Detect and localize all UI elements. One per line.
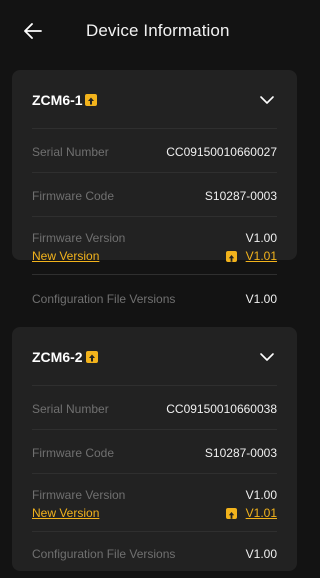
upgrade-icon [226, 508, 237, 519]
back-button[interactable] [22, 20, 44, 42]
config-label: Configuration File Versions [32, 547, 176, 561]
header: Device Information [0, 0, 308, 64]
new-version-value[interactable]: V1.01 [246, 249, 277, 263]
chevron-down-icon[interactable] [259, 92, 275, 108]
serial-label: Serial Number [32, 402, 109, 416]
device-card: ZCM6-2 Serial Number CC09150010660038 Fi… [12, 327, 297, 571]
serial-label: Serial Number [32, 145, 109, 159]
firmware-code-label: Firmware Code [32, 446, 115, 460]
config-label: Configuration File Versions [32, 292, 176, 306]
firmware-code-row: Firmware Code S10287-0003 [32, 172, 277, 216]
chevron-down-icon[interactable] [259, 349, 275, 365]
new-version-link[interactable]: New Version [32, 506, 99, 520]
firmware-version-label: Firmware Version [32, 231, 126, 245]
serial-row: Serial Number CC09150010660027 [32, 128, 277, 172]
new-version-link[interactable]: New Version [32, 249, 99, 263]
firmware-version-value: V1.00 [245, 231, 277, 245]
device-card-header[interactable]: ZCM6-2 [12, 327, 297, 385]
firmware-code-value: S10287-0003 [204, 446, 277, 460]
arrow-left-icon [24, 23, 42, 39]
config-row: Configuration File Versions V1.00 [32, 274, 277, 320]
device-name: ZCM6-2 [32, 349, 83, 365]
firmware-version-row: Firmware Version V1.00 New Version V1.01 [32, 216, 277, 274]
device-card-header[interactable]: ZCM6-1 [12, 70, 297, 128]
firmware-code-value: S10287-0003 [204, 189, 277, 203]
firmware-version-row: Firmware Version V1.00 New Version V1.01 [32, 473, 277, 531]
firmware-version-label: Firmware Version [32, 488, 126, 502]
upgrade-icon [86, 351, 98, 363]
upgrade-icon [85, 94, 97, 106]
serial-row: Serial Number CC09150010660038 [32, 385, 277, 429]
config-row: Configuration File Versions V1.00 [32, 531, 277, 571]
config-value: V1.00 [245, 547, 277, 561]
firmware-code-row: Firmware Code S10287-0003 [32, 429, 277, 473]
firmware-code-label: Firmware Code [32, 189, 115, 203]
upgrade-icon [226, 251, 237, 262]
device-card: ZCM6-1 Serial Number CC09150010660027 Fi… [12, 70, 297, 306]
page-title: Device Information [86, 21, 230, 40]
firmware-version-value: V1.00 [245, 488, 277, 502]
serial-value: CC09150010660038 [166, 402, 277, 416]
serial-value: CC09150010660027 [166, 145, 277, 159]
config-value: V1.00 [245, 292, 277, 306]
new-version-value[interactable]: V1.01 [246, 506, 277, 520]
device-name: ZCM6-1 [32, 92, 83, 108]
